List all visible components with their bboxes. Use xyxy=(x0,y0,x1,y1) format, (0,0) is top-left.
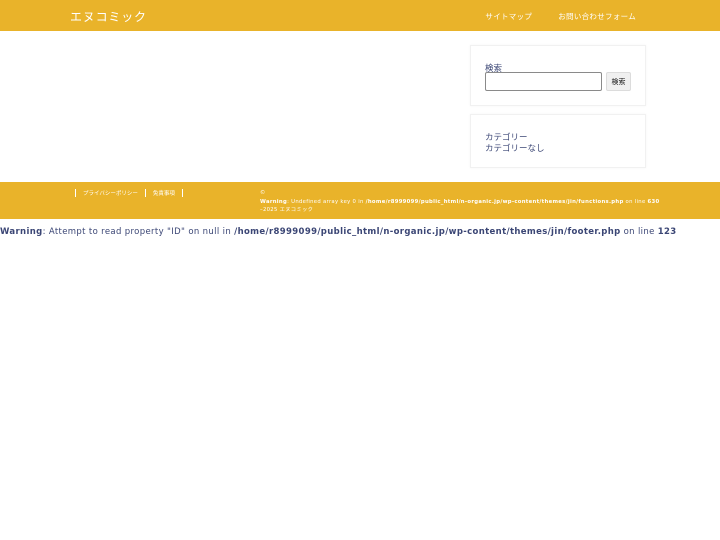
search-input[interactable] xyxy=(485,72,602,91)
footer-link-disclaimer[interactable]: 免責事項 xyxy=(146,189,182,197)
php-warning-label: Warning xyxy=(0,227,43,237)
copyright-symbol: © xyxy=(260,190,266,196)
search-button[interactable]: 検索 xyxy=(606,72,631,91)
footer-links: プライバシーポリシー 免責事項 xyxy=(75,189,183,197)
footer-warning-message: : Undefined array key 0 in xyxy=(287,198,366,205)
footer-copyright: © Warning: Undefined array key 0 in /hom… xyxy=(260,189,659,215)
search-widget: 検索 検索 xyxy=(470,45,646,106)
footer-warning-line: 630 xyxy=(647,198,660,205)
site-title-link[interactable]: エヌコミック xyxy=(70,8,147,25)
footer-warning-path: /home/r8999099/public_html/n-organic.jp/… xyxy=(365,198,624,205)
php-warning-online: on line xyxy=(620,227,658,237)
nav-item-sitemap[interactable]: サイトマップ xyxy=(485,11,532,22)
categories-empty-text: カテゴリーなし xyxy=(485,144,545,154)
header-nav: サイトマップ お問い合わせフォーム xyxy=(485,11,636,22)
nav-item-contact-form[interactable]: お問い合わせフォーム xyxy=(558,11,636,22)
footer-divider xyxy=(181,189,183,197)
php-warning-path: /home/r8999099/public_html/n-organic.jp/… xyxy=(234,227,621,237)
footer-warning: Warning: Undefined array key 0 in /home/… xyxy=(260,198,659,207)
php-warning: Warning: Attempt to read property "ID" o… xyxy=(0,227,677,237)
categories-widget: カテゴリー カテゴリーなし xyxy=(470,114,646,168)
footer-warning-label: Warning xyxy=(260,198,288,205)
footer-warning-online: on line xyxy=(623,198,648,205)
site-footer: プライバシーポリシー 免責事項 © Warning: Undefined arr… xyxy=(0,182,720,219)
footer-link-privacy-policy[interactable]: プライバシーポリシー xyxy=(76,189,145,197)
site-header: エヌコミック サイトマップ お問い合わせフォーム xyxy=(0,0,720,31)
php-warning-message: : Attempt to read property "ID" on null … xyxy=(42,227,235,237)
php-warning-line: 123 xyxy=(657,227,677,237)
footer-year-site: –2025 エヌコミック xyxy=(260,207,314,213)
